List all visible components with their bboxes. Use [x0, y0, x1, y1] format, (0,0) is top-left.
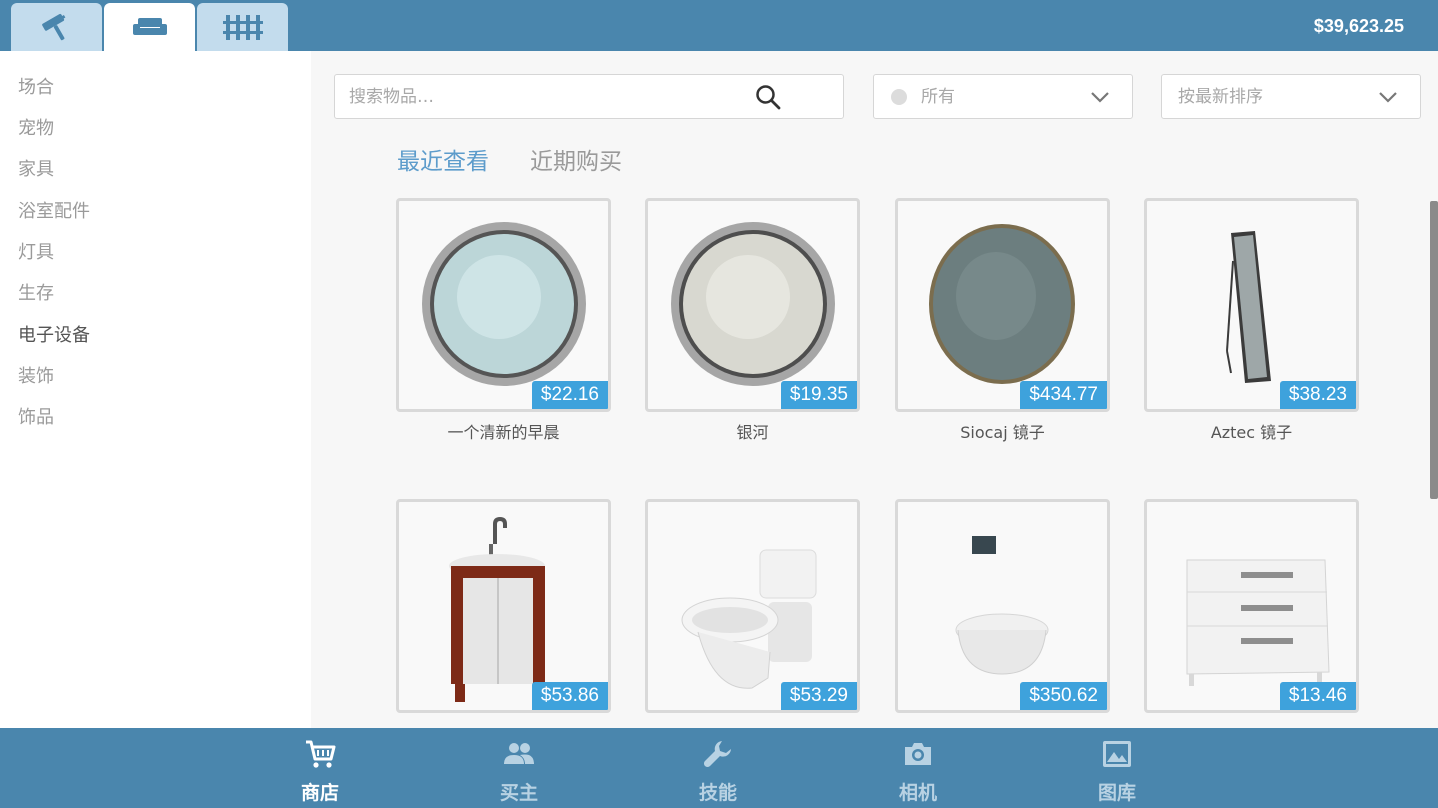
item-card[interactable]: $53.86	[396, 499, 611, 713]
category-survival[interactable]: 生存	[18, 281, 54, 307]
search-box	[334, 74, 844, 119]
nav-buyers[interactable]: 买主	[469, 728, 569, 808]
round-mirror-icon	[929, 224, 1075, 384]
nav-shop[interactable]: 商店	[270, 728, 370, 808]
cart-icon	[306, 740, 336, 768]
sort-selected: 按最新排序	[1178, 87, 1263, 107]
price-tag: $13.46	[1279, 682, 1356, 710]
category-furniture[interactable]: 家具	[18, 157, 54, 183]
item-card[interactable]: $53.29	[645, 499, 860, 713]
people-icon	[504, 743, 534, 764]
drawer-cabinet-icon	[1186, 559, 1330, 686]
item-name: 银河	[736, 423, 769, 442]
sofa-icon	[132, 18, 167, 35]
category-pets[interactable]: 宠物	[18, 116, 54, 142]
filter-dropdown[interactable]: 所有	[873, 74, 1133, 119]
category-lighting[interactable]: 灯具	[18, 240, 54, 266]
category-occasion[interactable]: 场合	[18, 75, 54, 101]
scrollbar[interactable]	[1430, 201, 1438, 499]
money-balance: $39,623.25	[1313, 16, 1404, 36]
wrench-icon	[703, 741, 731, 768]
nav-label: 图库	[1097, 782, 1136, 804]
price-tag: $38.23	[1279, 381, 1356, 409]
vanity-sink-icon	[449, 516, 545, 702]
item-card[interactable]: $38.23	[1144, 198, 1359, 412]
chevron-down-icon	[1091, 92, 1109, 103]
item-card[interactable]: $13.46	[1144, 499, 1359, 713]
nav-camera[interactable]: 相机	[868, 728, 968, 808]
search-icon[interactable]	[755, 84, 781, 110]
nav-label: 买主	[499, 782, 538, 804]
category-sidebar: 场合 宠物 家具 浴室配件 灯具 生存 电子设备 装饰 饰品	[0, 51, 311, 728]
filter-selected: 所有	[921, 87, 955, 107]
round-mirror-icon	[422, 222, 586, 386]
price-tag: $19.35	[780, 381, 857, 409]
price-tag: $22.16	[531, 381, 608, 409]
category-decoration[interactable]: 装饰	[18, 364, 54, 390]
tab-fence[interactable]	[197, 3, 288, 51]
tab-recently-bought[interactable]: 近期购买	[530, 147, 622, 177]
nav-label: 相机	[898, 782, 937, 804]
price-tag: $53.86	[531, 682, 608, 710]
item-card[interactable]: $434.77	[895, 198, 1110, 412]
nav-gallery[interactable]: 图库	[1067, 728, 1167, 808]
tab-build[interactable]	[11, 3, 102, 51]
nav-skills[interactable]: 技能	[668, 728, 768, 808]
shop-main: 所有 按最新排序 最近查看 近期购买 $22.16 一个清新的早晨 $19.35…	[311, 51, 1438, 728]
tab-recently-viewed[interactable]: 最近查看	[397, 147, 489, 177]
standing-mirror-icon	[1226, 231, 1271, 383]
toilet-icon	[681, 549, 817, 689]
item-card[interactable]: $19.35	[645, 198, 860, 412]
top-bar: $39,623.25	[0, 0, 1438, 51]
gallery-icon	[1103, 741, 1131, 767]
item-card[interactable]: $22.16	[396, 198, 611, 412]
wall-toilet-icon	[955, 536, 1049, 675]
round-mirror-icon	[671, 222, 835, 386]
nav-label: 技能	[698, 782, 737, 804]
camera-icon	[905, 743, 931, 765]
sort-dropdown[interactable]: 按最新排序	[1161, 74, 1421, 119]
item-name: Siocaj 镜子	[960, 423, 1045, 442]
price-tag: $350.62	[1020, 682, 1107, 710]
bottom-nav: 商店 买主 技能 相机 图库	[0, 728, 1438, 808]
tab-furniture[interactable]	[104, 3, 195, 51]
nav-label: 商店	[300, 782, 339, 804]
search-input[interactable]	[349, 75, 749, 118]
filter-dot-icon	[891, 89, 907, 105]
price-tag: $434.77	[1020, 381, 1107, 409]
item-name: Aztec 镜子	[1210, 423, 1293, 442]
paint-roller-icon	[41, 13, 65, 41]
category-bathroom[interactable]: 浴室配件	[18, 199, 90, 225]
item-name: 一个清新的早晨	[447, 423, 560, 442]
category-electronics[interactable]: 电子设备	[18, 323, 90, 349]
chevron-down-icon	[1379, 92, 1397, 103]
fence-icon	[222, 15, 263, 40]
category-accessories[interactable]: 饰品	[18, 405, 54, 431]
item-card[interactable]: $350.62	[895, 499, 1110, 713]
price-tag: $53.29	[780, 682, 857, 710]
